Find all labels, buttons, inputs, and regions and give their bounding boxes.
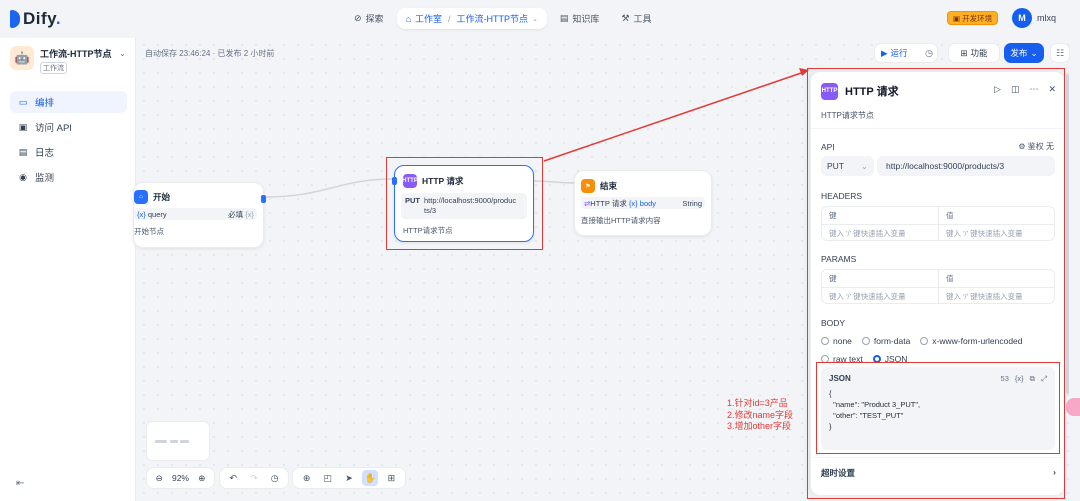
sidebar-item-label: 访问 API <box>35 120 72 134</box>
app-type-badge: 工作流 <box>40 62 67 74</box>
redo-icon[interactable]: ↷ <box>246 470 262 486</box>
var-name: body <box>640 199 656 208</box>
sidebar-item-label: 日志 <box>35 145 54 159</box>
nav-studio-label: 工作室 <box>415 12 442 25</box>
nav-studio[interactable]: ⌂ 工作室 / 工作流-HTTP节点 ⌄ <box>397 8 547 29</box>
home-icon: ⌂ <box>134 190 148 204</box>
canvas-toolbar: ⊕ ◰ ➤ ✋ ⊞ <box>292 467 406 489</box>
nav-knowledge[interactable]: ▤ 知识库 <box>551 8 609 29</box>
env-icon: ▣ <box>953 14 960 23</box>
app-robot-icon: 🤖 <box>10 46 34 70</box>
left-sidebar: 🤖 工作流-HTTP节点 工作流 ⌄ ▭ 编排 ▣ 访问 API ▤ 日志 ◉ … <box>0 38 136 501</box>
nav-knowledge-label: 知识库 <box>572 12 599 25</box>
zoom-controls: ⊖ 92% ⊕ <box>146 467 215 489</box>
annotation-line: 3.增加other字段 <box>727 421 793 433</box>
nav-tools-label: 工具 <box>634 12 652 25</box>
highlight-box-http-node <box>386 157 543 250</box>
main-nav: ⊘ 探索 ⌂ 工作室 / 工作流-HTTP节点 ⌄ ▤ 知识库 ⚒ 工具 <box>345 8 661 29</box>
side-tab[interactable] <box>1066 398 1080 416</box>
panel-scrollbar[interactable] <box>1066 74 1069 394</box>
node-desc: 直接输出HTTP请求内容 <box>581 215 703 226</box>
sidebar-menu: ▭ 编排 ▣ 访问 API ▤ 日志 ◉ 监测 <box>10 91 127 191</box>
nav-explore[interactable]: ⊘ 探索 <box>345 8 393 29</box>
user-menu[interactable]: M mlxq <box>1012 8 1056 28</box>
nav-tools[interactable]: ⚒ 工具 <box>612 8 660 29</box>
zoom-out-icon[interactable]: ⊖ <box>156 473 163 484</box>
hammer-icon: ⚒ <box>621 13 629 24</box>
logo-mark-icon <box>10 10 20 28</box>
var-required: 必填 <box>228 210 243 219</box>
start-var-row: {x} query 必填 {x} <box>134 208 257 220</box>
log-icon: ▤ <box>18 147 28 158</box>
username: mlxq <box>1037 13 1056 23</box>
api-icon: ▣ <box>18 122 28 133</box>
history-toolbar: ↶ ↷ ◷ <box>219 467 289 489</box>
annotation-line: 2.修改name字段 <box>727 410 793 422</box>
studio-icon: ⌂ <box>406 14 411 24</box>
sidebar-item-orchestrate[interactable]: ▭ 编排 <box>10 91 127 113</box>
node-end[interactable]: ⚑ 结束 ⇄HTTP 请求 {x} body String 直接输出HTTP请求… <box>574 170 712 236</box>
nav-explore-label: 探索 <box>366 12 384 25</box>
compass-icon: ⊘ <box>354 13 362 24</box>
zoom-in-icon[interactable]: ⊕ <box>198 473 205 484</box>
node-title: 结束 <box>600 180 617 192</box>
app-title: 工作流-HTTP节点 <box>40 47 112 60</box>
layout-icon: ▭ <box>18 97 28 108</box>
add-node-icon[interactable]: ⊕ <box>299 470 315 486</box>
app-header[interactable]: 🤖 工作流-HTTP节点 工作流 ⌄ <box>10 46 128 74</box>
sidebar-item-label: 监测 <box>35 170 54 184</box>
node-desc: 开始节点 <box>134 226 255 237</box>
sidebar-item-label: 编排 <box>35 95 54 109</box>
sidebar-item-api[interactable]: ▣ 访问 API <box>10 116 127 138</box>
var-name: query <box>148 210 167 219</box>
end-var-row: ⇄HTTP 请求 {x} body String <box>581 197 705 209</box>
hand-icon[interactable]: ✋ <box>362 470 378 486</box>
flag-icon: ⚑ <box>581 179 595 193</box>
undo-icon[interactable]: ↶ <box>225 470 241 486</box>
minimap[interactable] <box>146 421 210 461</box>
env-badge: ▣ 开发环境 <box>947 11 998 25</box>
avatar: M <box>1012 8 1032 28</box>
pointer-icon[interactable]: ➤ <box>341 470 357 486</box>
history-icon[interactable]: ◷ <box>267 470 283 486</box>
sidebar-item-logs[interactable]: ▤ 日志 <box>10 141 127 163</box>
add-note-icon[interactable]: ◰ <box>320 470 336 486</box>
var-type: String <box>682 199 702 208</box>
output-handle[interactable] <box>261 195 266 203</box>
env-badge-label: 开发环境 <box>962 13 992 24</box>
chevron-down-icon: ⌄ <box>532 15 538 23</box>
chevron-down-icon: ⌄ <box>119 49 126 58</box>
book-icon: ▤ <box>560 13 569 24</box>
dify-logo[interactable]: Dify. <box>10 9 61 29</box>
current-app-breadcrumb[interactable]: 工作流-HTTP节点 <box>457 12 529 25</box>
annotation-notes: 1.针对id=3产品 2.修改name字段 3.增加other字段 <box>727 398 793 433</box>
top-bar: Dify. ⊘ 探索 ⌂ 工作室 / 工作流-HTTP节点 ⌄ ▤ 知识库 ⚒ … <box>0 0 1080 38</box>
edge-start-http <box>264 179 394 197</box>
organize-icon[interactable]: ⊞ <box>383 470 399 486</box>
monitor-icon: ◉ <box>18 172 28 183</box>
sidebar-item-monitor[interactable]: ◉ 监测 <box>10 166 127 188</box>
brand-name: Dify <box>23 9 56 28</box>
node-start[interactable]: ⌂ 开始 {x} query 必填 {x} 开始节点 <box>133 182 264 248</box>
node-title: 开始 <box>153 191 170 203</box>
zoom-level[interactable]: 92% <box>172 473 189 483</box>
highlight-box-panel <box>807 68 1065 499</box>
annotation-arrow <box>544 71 807 161</box>
annotation-line: 1.针对id=3产品 <box>727 398 793 410</box>
var-source: HTTP 请求 <box>590 199 627 208</box>
collapse-sidebar-icon[interactable]: ⇤ <box>16 478 24 489</box>
